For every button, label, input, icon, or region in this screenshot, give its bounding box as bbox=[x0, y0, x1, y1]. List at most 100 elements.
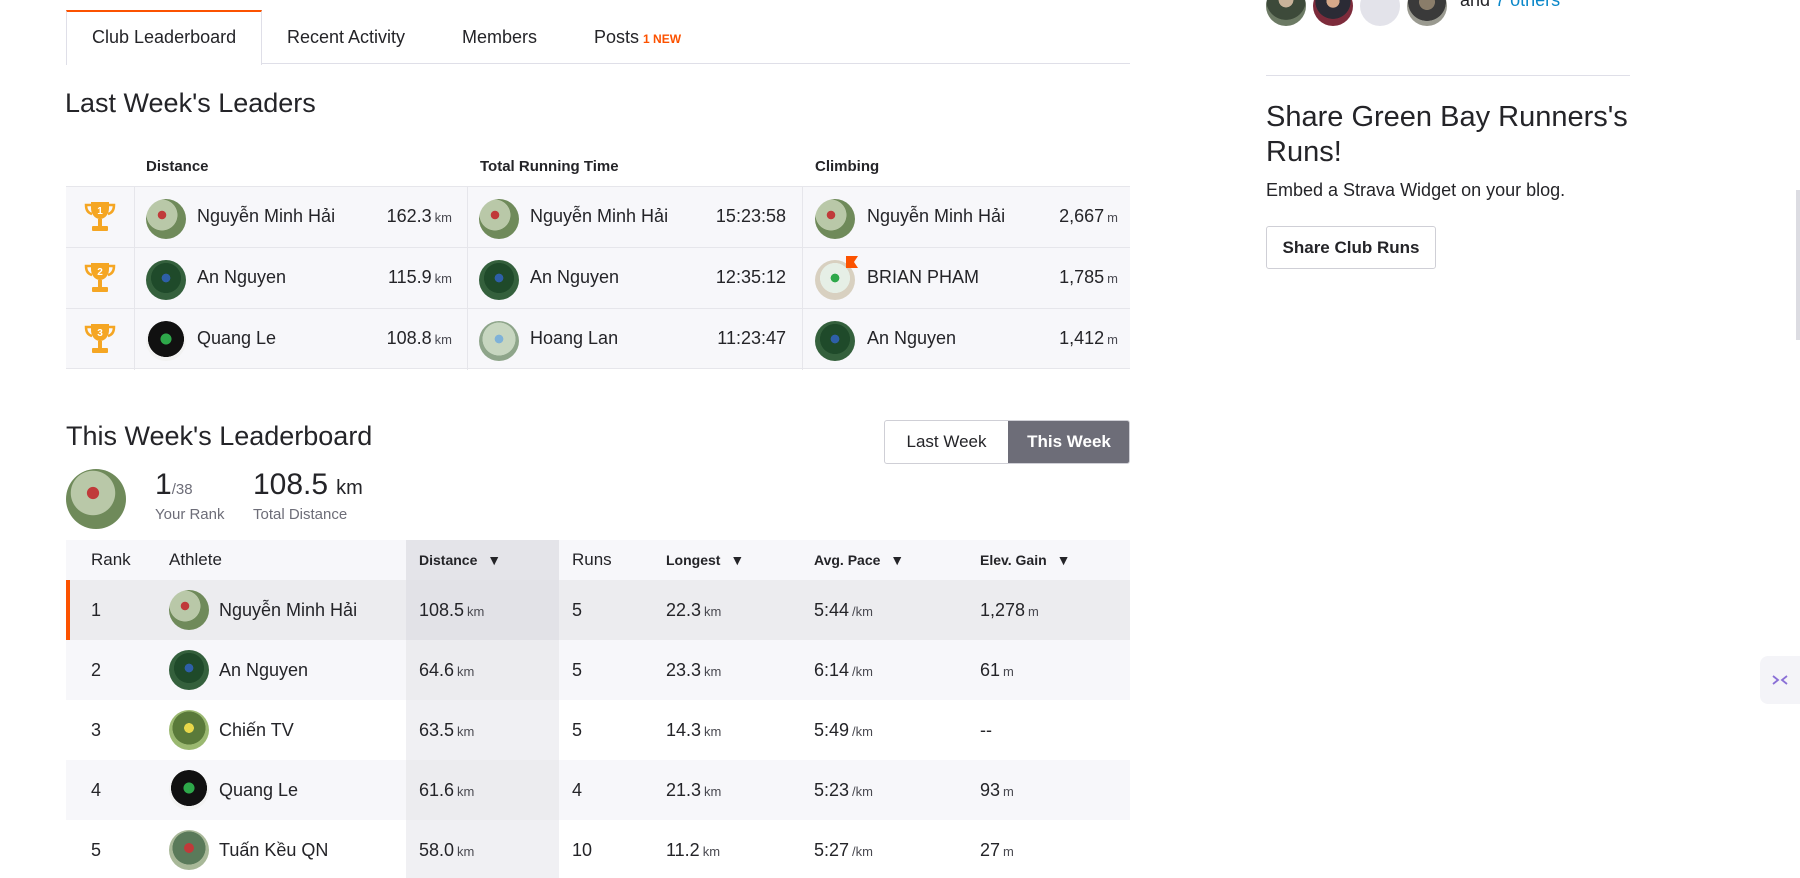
athlete-avatar[interactable] bbox=[479, 260, 519, 300]
value: 6:14 bbox=[814, 660, 850, 680]
unit: /km bbox=[852, 844, 873, 859]
table-row[interactable]: 2 An Nguyen 64.6 km 5 23.3 km 6:14/km 61 m bbox=[66, 640, 1130, 700]
tab-posts[interactable]: Posts 1 NEW bbox=[594, 10, 681, 64]
athlete-name[interactable]: Chiến TV bbox=[219, 700, 294, 760]
unit: km bbox=[467, 604, 485, 619]
athlete-avatar[interactable] bbox=[815, 321, 855, 361]
athlete-name[interactable]: An Nguyen bbox=[219, 640, 308, 700]
table-row[interactable]: 1 Nguyễn Minh Hải 108.5 km 5 22.3 km 5:44/… bbox=[66, 580, 1130, 640]
unit: km bbox=[702, 844, 721, 859]
my-avatar[interactable] bbox=[66, 469, 126, 529]
athlete-name[interactable]: Nguyễn Minh Hải bbox=[197, 206, 335, 227]
athlete-name[interactable]: An Nguyen bbox=[867, 328, 956, 349]
last-week-button[interactable]: Last Week bbox=[885, 421, 1008, 463]
athlete-name[interactable]: BRIAN PHAM bbox=[867, 267, 979, 288]
unit: km bbox=[457, 664, 475, 679]
kom-badge-icon bbox=[846, 256, 858, 268]
athlete-name[interactable]: An Nguyen bbox=[197, 267, 286, 288]
climb-value: 1,785 m bbox=[1059, 267, 1118, 288]
distance-cell: 63.5 km bbox=[419, 700, 474, 760]
value: 1,278 bbox=[980, 600, 1026, 620]
athlete-name[interactable]: Nguyễn Minh Hải bbox=[530, 206, 668, 227]
value: 5:27 bbox=[814, 840, 850, 860]
leader-row: 1 Nguyễn Minh Hải 162.3 km Nguyễn Minh Hả… bbox=[66, 186, 1130, 248]
member-avatar-placeholder[interactable] bbox=[1360, 0, 1400, 26]
value: 162.3 bbox=[386, 206, 432, 226]
tab-club-leaderboard[interactable]: Club Leaderboard bbox=[66, 10, 263, 65]
pace-cell: 5:49/km bbox=[814, 700, 873, 760]
scrollbar[interactable] bbox=[1796, 190, 1800, 340]
member-avatar[interactable] bbox=[1266, 0, 1306, 26]
column-divider bbox=[134, 187, 135, 248]
col-distance: Distance bbox=[146, 158, 209, 175]
others-link[interactable]: 7 others bbox=[1495, 0, 1560, 10]
header-longest[interactable]: Longest ▼ bbox=[666, 540, 744, 580]
elev-cell: 27 m bbox=[980, 820, 1014, 878]
col-climbing: Climbing bbox=[815, 158, 880, 175]
value: 58.0 bbox=[419, 840, 455, 860]
pace-cell: 5:44/km bbox=[814, 580, 873, 640]
athlete-avatar[interactable] bbox=[146, 260, 186, 300]
table-header: Rank Athlete Distance ▼ Runs Longest ▼ A… bbox=[66, 540, 1130, 580]
distance-cell: 108.5 km bbox=[419, 580, 484, 640]
sidebar-divider bbox=[1266, 75, 1630, 76]
new-posts-badge: 1 NEW bbox=[643, 32, 682, 46]
member-avatar[interactable] bbox=[1407, 0, 1447, 26]
value: -- bbox=[980, 720, 992, 740]
floating-widget-button[interactable] bbox=[1760, 656, 1800, 704]
elev-cell: -- bbox=[980, 700, 995, 760]
athlete-avatar[interactable] bbox=[479, 199, 519, 239]
athlete-name[interactable]: Tuấn Kều QN bbox=[219, 820, 328, 878]
column-divider bbox=[134, 309, 135, 370]
tab-members[interactable]: Members bbox=[462, 10, 537, 64]
athlete-avatar[interactable] bbox=[169, 650, 209, 690]
pace-cell: 5:27/km bbox=[814, 820, 873, 878]
unit: km bbox=[457, 724, 475, 739]
athlete-name[interactable]: Nguyễn Minh Hải bbox=[867, 206, 1005, 227]
unit: /km bbox=[852, 724, 873, 739]
this-week-button[interactable]: This Week bbox=[1008, 421, 1129, 463]
athlete-avatar[interactable] bbox=[146, 199, 186, 239]
athlete-avatar[interactable] bbox=[169, 770, 209, 810]
tab-recent-activity[interactable]: Recent Activity bbox=[287, 10, 405, 64]
column-divider bbox=[802, 187, 803, 248]
athlete-name[interactable]: An Nguyen bbox=[530, 267, 619, 288]
column-divider bbox=[802, 309, 803, 370]
athlete-avatar[interactable] bbox=[169, 830, 209, 870]
pace-cell: 6:14/km bbox=[814, 640, 873, 700]
rank-cell: 5 bbox=[91, 840, 102, 860]
longest-cell: 22.3 km bbox=[666, 580, 721, 640]
athlete-avatar[interactable] bbox=[169, 710, 209, 750]
sort-arrow-icon: ▼ bbox=[1056, 552, 1071, 568]
athlete-avatar[interactable] bbox=[146, 321, 186, 361]
value: 115.9 bbox=[387, 267, 432, 287]
athlete-name[interactable]: Nguyễn Minh Hải bbox=[219, 580, 357, 640]
rank-cell: 4 bbox=[91, 780, 102, 800]
unit: km bbox=[434, 271, 452, 286]
unit: m bbox=[1028, 604, 1039, 619]
unit: m bbox=[1003, 844, 1014, 859]
athlete-name[interactable]: Quang Le bbox=[219, 760, 298, 820]
value: 108.8 bbox=[386, 328, 432, 348]
distance-cell: 58.0 km bbox=[419, 820, 474, 878]
share-club-runs-button[interactable]: Share Club Runs bbox=[1266, 226, 1436, 269]
runs-cell: 5 bbox=[572, 660, 583, 680]
unit: km bbox=[457, 784, 475, 799]
total-distance-unit: km bbox=[336, 477, 363, 499]
table-row[interactable]: 3 Chiến TV 63.5 km 5 14.3 km 5:49/km -- bbox=[66, 700, 1130, 760]
table-row[interactable]: 4 Quang Le 61.6 km 4 21.3 km 5:23/km 93 m bbox=[66, 760, 1130, 820]
header-elev-gain[interactable]: Elev. Gain ▼ bbox=[980, 540, 1070, 580]
unit: km bbox=[704, 604, 722, 619]
total-distance-value: 108.5 bbox=[253, 468, 329, 501]
member-avatar[interactable] bbox=[1313, 0, 1353, 26]
athlete-avatar[interactable] bbox=[815, 199, 855, 239]
athlete-name[interactable]: Quang Le bbox=[197, 328, 276, 349]
header-distance[interactable]: Distance ▼ bbox=[419, 540, 501, 580]
athlete-avatar[interactable] bbox=[169, 590, 209, 630]
header-avg-pace[interactable]: Avg. Pace ▼ bbox=[814, 540, 904, 580]
athlete-name[interactable]: Hoang Lan bbox=[530, 328, 618, 349]
total-distance-label: Total Distance bbox=[253, 506, 348, 523]
athlete-avatar[interactable] bbox=[479, 321, 519, 361]
table-row[interactable]: 5 Tuấn Kều QN 58.0 km 10 11.2 km 5:27/km 2… bbox=[66, 820, 1130, 878]
unit: m bbox=[1107, 332, 1118, 347]
